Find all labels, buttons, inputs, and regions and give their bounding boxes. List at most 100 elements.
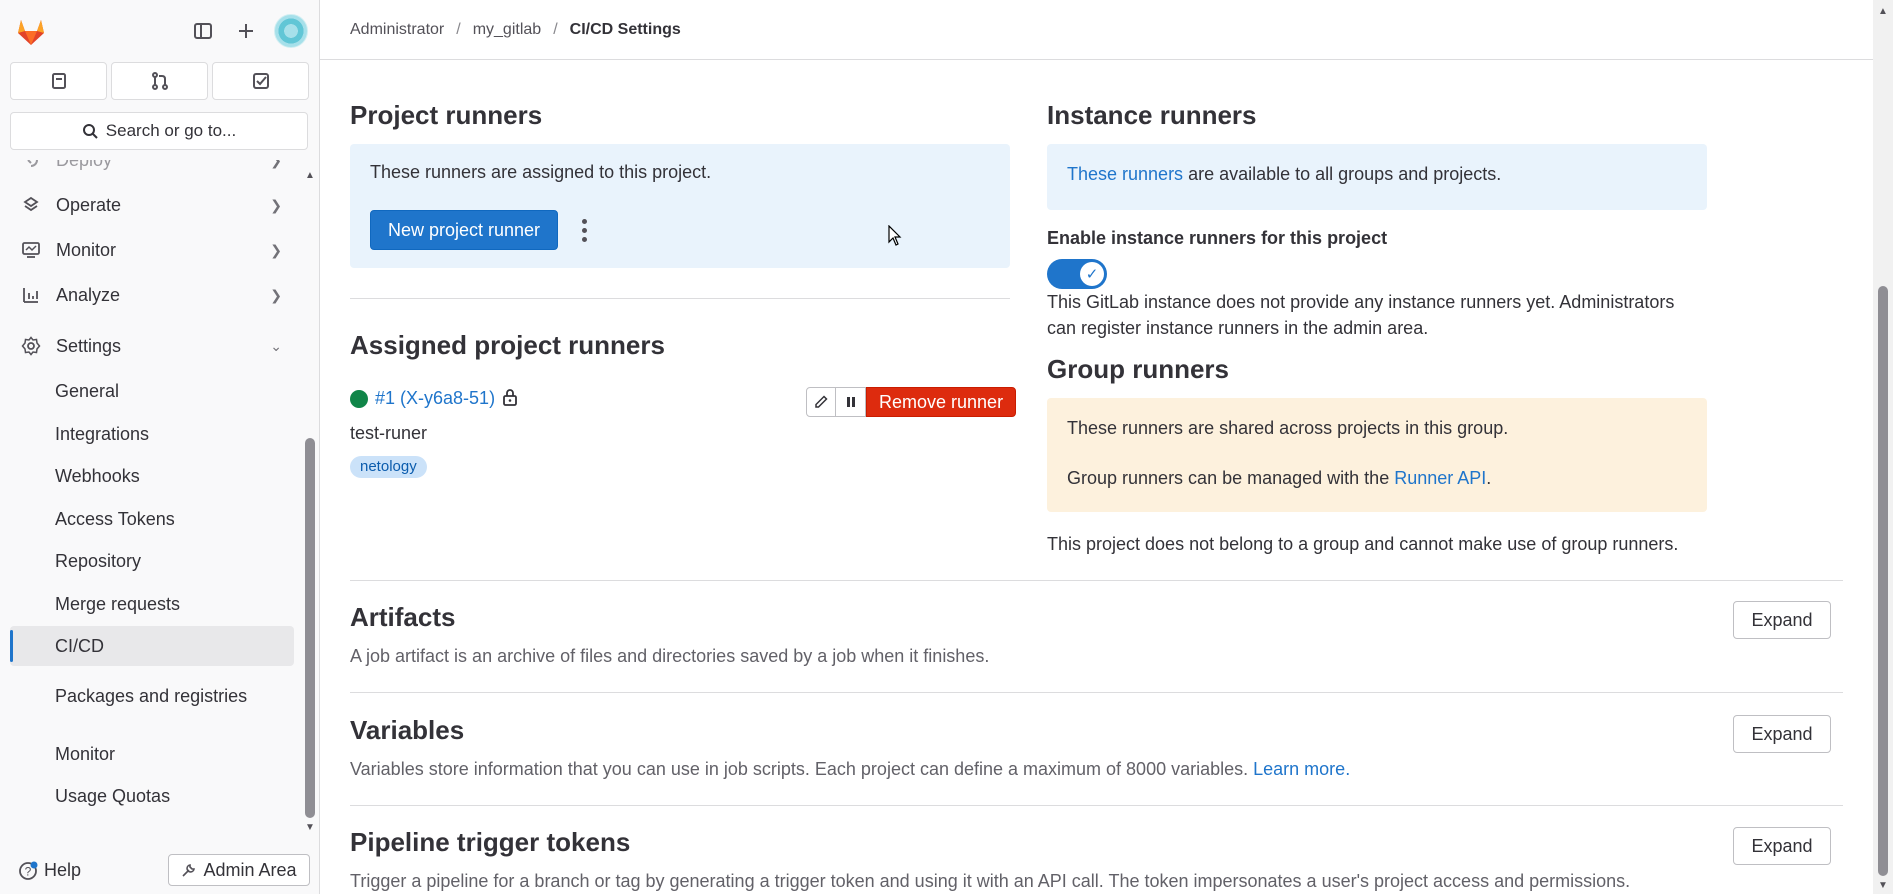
runner-tag: netology [350,456,427,478]
settings-item-packages-registries[interactable]: Packages and registries [10,668,250,724]
todos-shortcut-button[interactable] [212,62,309,100]
artifacts-expand-button[interactable]: Expand [1733,601,1831,639]
nav-label: Analyze [56,284,121,305]
enable-instance-runners-toggle[interactable]: ✓ [1047,259,1107,289]
nav-item-monitor[interactable]: Monitor ❯ [10,230,294,270]
chevron-right-icon: ❯ [270,196,282,213]
more-actions-icon[interactable] [574,216,594,244]
create-new-icon[interactable] [231,16,261,46]
settings-item-cicd[interactable]: CI/CD [10,626,294,666]
sidebar-scroll-thumb[interactable] [305,438,315,818]
settings-item-repository[interactable]: Repository [10,541,294,581]
assigned-runners-title: Assigned project runners [350,330,665,360]
group-runners-info-suffix: . [1486,468,1492,488]
chevron-down-icon: ⌄ [270,337,282,354]
breadcrumb-item-administrator[interactable]: Administrator [350,21,444,39]
pipeline-trigger-tokens-expand-button[interactable]: Expand [1733,827,1831,865]
scroll-up-icon[interactable]: ▲ [1878,6,1888,17]
sidebar-scrollbar[interactable]: ▲ ▼ [302,160,318,840]
checkmark-icon: ✓ [1080,262,1104,286]
sidebar-header [0,0,320,60]
page-scrollbar[interactable]: ▲ ▼ [1873,0,1893,894]
search-label: Search or go to... [105,121,237,140]
scroll-down-icon[interactable]: ▼ [1878,880,1888,891]
variables-expand-button[interactable]: Expand [1733,715,1831,753]
project-runners-panel: These runners are assigned to this proje… [350,144,1010,268]
lock-icon [502,388,518,411]
instance-runners-info-text: are available to all groups and projects… [1183,164,1502,184]
new-project-runner-button[interactable]: New project runner [370,210,558,250]
instance-runners-panel: These runners are available to all group… [1047,144,1707,210]
instance-runners-note-1: This GitLab instance does not provide an… [1047,292,1675,312]
breadcrumb-separator: / [553,20,558,38]
breadcrumb: Administrator / my_gitlab / CI/CD Settin… [320,0,1873,60]
admin-area-button[interactable]: Admin Area [168,854,310,886]
settings-item-merge-requests[interactable]: Merge requests [10,584,294,624]
group-runners-info-2: Group runners can be managed with the Ru… [1067,468,1491,489]
issues-shortcut-button[interactable] [10,62,107,100]
artifacts-description: A job artifact is an archive of files an… [350,646,990,666]
main-content: Project runners These runners are assign… [320,60,1873,894]
runner-api-link[interactable]: Runner API [1394,468,1486,488]
nav-item-analyze[interactable]: Analyze ❯ [10,275,294,315]
nav-item-operate[interactable]: Operate ❯ [10,185,294,225]
deploy-icon [20,160,42,169]
sidebar-nav: Deploy ❯ Operate ❯ Monitor ❯ Analyze ❯ [0,160,305,840]
scroll-down-icon[interactable]: ▼ [305,822,315,833]
settings-item-usage-quotas[interactable]: Usage Quotas [10,776,294,816]
settings-item-webhooks[interactable]: Webhooks [10,456,294,496]
runner-online-status-icon [350,390,368,408]
admin-area-label: Admin Area [203,859,297,880]
enable-instance-runners-label: Enable instance runners for this project [1047,228,1388,248]
group-runners-info-prefix: Group runners can be managed with the [1067,468,1395,488]
search-button[interactable]: Search or go to... [10,112,308,150]
settings-item-label: Merge requests [55,593,181,614]
remove-runner-button[interactable]: Remove runner [866,387,1017,417]
page-scroll-thumb[interactable] [1878,286,1888,876]
settings-item-integrations[interactable]: Integrations [10,414,294,454]
nav-label: Settings [56,335,122,356]
settings-item-monitor[interactable]: Monitor [10,734,294,774]
settings-item-access-tokens[interactable]: Access Tokens [10,499,294,539]
sidebar-footer: ? Help Admin Area [0,850,320,894]
mouse-cursor-icon [888,225,902,246]
pause-icon[interactable] [836,387,866,417]
edit-icon[interactable] [806,387,836,417]
settings-icon [20,336,42,356]
group-runners-note: This project does not belong to a group … [1047,534,1679,554]
nav-item-settings[interactable]: Settings ⌄ [10,326,294,366]
breadcrumb-item-project[interactable]: my_gitlab [473,21,541,39]
breadcrumb-separator: / [456,20,461,38]
issues-icon [51,73,66,89]
settings-item-label: General [55,380,120,401]
settings-item-label: Webhooks [55,465,140,486]
settings-item-label: CI/CD [55,635,104,656]
settings-item-label: Monitor [55,743,116,764]
divider [350,692,1843,693]
settings-item-general[interactable]: General [10,371,294,411]
nav-item-deploy[interactable]: Deploy ❯ [10,160,294,180]
breadcrumb-item-current[interactable]: CI/CD Settings [570,21,681,39]
variables-description: Variables store information that you can… [350,759,1350,780]
pipeline-trigger-tokens-title: Pipeline trigger tokens [350,827,631,857]
learn-more-link[interactable]: Learn more. [1253,759,1350,779]
nav-label: Operate [56,194,122,215]
todo-icon [252,73,269,89]
analyze-icon [20,286,42,304]
settings-item-label: Repository [55,550,142,571]
scroll-up-icon[interactable]: ▲ [305,170,315,181]
help-button[interactable]: ? Help [18,860,81,881]
gitlab-logo-icon[interactable] [14,14,48,48]
svg-text:?: ? [25,864,32,878]
runner-actions: Remove runner [806,387,1017,417]
user-avatar[interactable] [274,14,308,48]
variables-description-text: Variables store information that you can… [350,759,1254,779]
group-runners-info-1: These runners are shared across projects… [1067,418,1509,438]
toggle-sidebar-icon[interactable] [188,16,218,46]
merge-requests-shortcut-button[interactable] [111,62,208,100]
settings-item-label: Access Tokens [55,508,175,529]
these-runners-link[interactable]: These runners [1067,164,1183,184]
nav-label: Monitor [56,239,117,260]
runner-link[interactable]: #1 (X-y6a8-51) [375,388,495,409]
settings-item-label: Packages and registries [55,686,248,706]
